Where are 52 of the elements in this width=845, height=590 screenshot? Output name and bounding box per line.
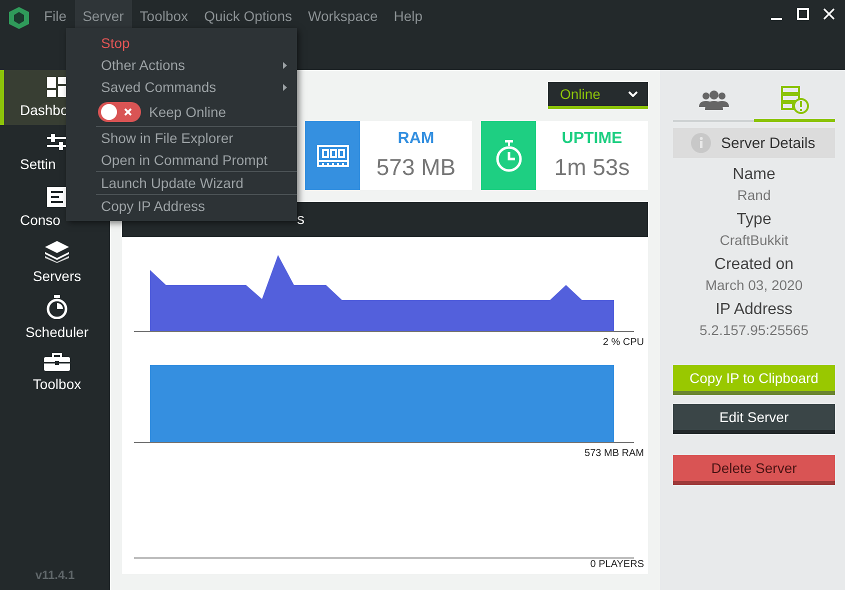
sidebar-item[interactable]: Toolbox [0,345,110,400]
menu-bar-item[interactable]: Quick Options [196,0,300,31]
memory-icon [316,144,348,166]
submenu-arrow-icon [283,84,287,90]
menu-bar-item[interactable]: Help [386,0,431,31]
version-label: v11.4.1 [34,568,76,584]
chevron-icon [628,91,638,97]
menu-bar-item[interactable]: Server [74,0,132,31]
action-button[interactable]: Delete Server [673,455,835,485]
chart-label: 0 PLAYERS [589,559,644,570]
stat-value: 1m 53s [554,154,630,181]
menu-bar-item[interactable]: File [36,0,75,31]
info-icon [691,133,711,153]
field-label: IP Address [714,301,794,319]
stopwatch-icon [494,140,522,172]
layers-icon [45,241,69,263]
maximize-icon[interactable] [797,8,809,20]
menu-item[interactable]: Launch Update Wizard [96,172,297,194]
field-value: 5.2.157.95:25565 [698,322,810,338]
menu-bar-item[interactable]: Toolbox [132,0,196,31]
menu-item[interactable]: Copy IP Address [96,195,297,217]
field-value: Rand [736,187,772,203]
chart-label: 573 MB RAM [584,448,644,459]
stopwatch-icon [46,295,68,319]
details-title: Server Details [721,134,816,152]
field-value: March 03, 2020 [704,277,804,293]
toggle-switch[interactable] [98,102,141,122]
server-alert-icon [780,86,808,114]
field-value: CraftBukkit [718,232,790,248]
action-button[interactable]: Edit Server [673,404,835,434]
menu-bar-item[interactable]: Workspace [300,0,386,31]
status-dropdown[interactable]: Online [548,82,648,109]
app-logo [8,7,30,29]
dashboard-icon [47,77,67,97]
stat-value: 573 MB [376,154,456,181]
toggle-label: Keep Online [149,104,226,120]
stat-title: UPTIME [562,130,622,148]
users-icon [698,90,728,110]
field-label: Name [732,166,776,184]
field-label: Type [736,211,772,229]
field-label: Created on [713,256,795,274]
toolbox-icon [44,353,70,371]
chart-label: 2 % CPU [602,337,644,348]
submenu-arrow-icon [283,62,287,68]
close-icon[interactable] [823,8,835,20]
menu-item[interactable]: Open in Command Prompt [96,149,297,171]
menu-item[interactable]: Show in File Explorer [96,127,297,149]
stat-title: RAM [398,130,434,148]
cross-icon [124,108,132,116]
sidebar-item[interactable]: Scheduler [0,290,110,345]
menu-item[interactable]: Stop [66,32,297,54]
sidebar-item[interactable]: Servers [0,235,110,290]
